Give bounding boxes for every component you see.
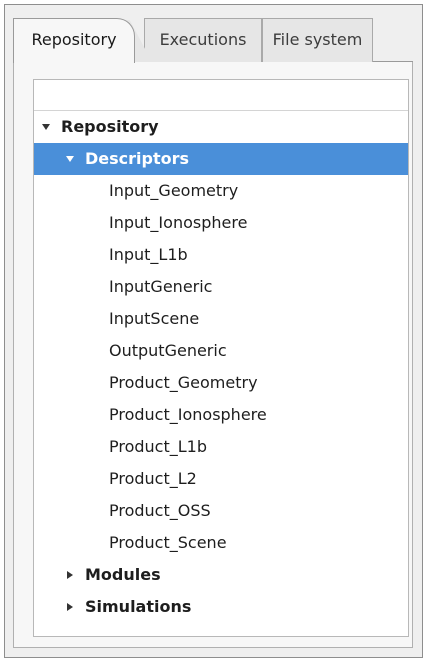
tab-executions[interactable]: Executions [144,18,262,62]
tree-node-descriptors[interactable]: Descriptors [34,143,408,175]
expand-arrow-right-icon[interactable] [64,591,76,623]
tab-bar: Repository Executions File system [13,18,413,63]
tab-file-system-label: File system [272,30,363,49]
tree-leaf-label: Product_L2 [109,469,197,488]
tree-leaf-item[interactable]: OutputGeneric [34,335,408,367]
expand-arrow-right-icon[interactable] [64,559,76,591]
tree-node-simulations[interactable]: Simulations [34,591,408,623]
tree-leaf-label: Product_Ionosphere [109,405,267,424]
tree-leaf-label: OutputGeneric [109,341,227,360]
tree-leaf-item[interactable]: Product_L1b [34,431,408,463]
tree-leaf-label: Product_OSS [109,501,211,520]
tree-leaf-label: Input_L1b [109,245,188,264]
tree-leaf-item[interactable]: Product_Scene [34,527,408,559]
tree-leaf-item[interactable]: Product_Geometry [34,367,408,399]
tab-repository-label: Repository [31,30,117,49]
expand-arrow-down-icon[interactable] [64,143,76,175]
tree-leaf-label: InputGeneric [109,277,213,296]
tree-leaf-item[interactable]: InputGeneric [34,271,408,303]
tree-node-label: Repository [61,117,159,136]
tree-leaf-item[interactable]: Input_Geometry [34,175,408,207]
tab-repository[interactable]: Repository [13,18,135,63]
tree-leaf-item[interactable]: Product_Ionosphere [34,399,408,431]
tab-executions-label: Executions [159,30,247,49]
tree-node-label: Descriptors [85,149,190,168]
tree-leaf-item[interactable]: Product_L2 [34,463,408,495]
tree-node-repository[interactable]: Repository [34,111,408,143]
tree-leaf-label: Product_Geometry [109,373,258,392]
tab-file-system[interactable]: File system [262,18,373,62]
tree-leaf-item[interactable]: InputScene [34,303,408,335]
tree-leaf-label: Input_Geometry [109,181,239,200]
tree-leaf-item[interactable]: Product_OSS [34,495,408,527]
tree-node-modules[interactable]: Modules [34,559,408,591]
tree-leaf-item[interactable]: Input_L1b [34,239,408,271]
tree-leaf-label: InputScene [109,309,200,328]
tree-header [34,80,408,111]
tree-leaf-label: Input_Ionosphere [109,213,248,232]
tree-node-label: Modules [85,565,161,584]
expand-arrow-down-icon[interactable] [40,111,52,143]
tree-leaf-item[interactable]: Input_Ionosphere [34,207,408,239]
tree-leaf-label: Product_L1b [109,437,207,456]
tree-node-label: Simulations [85,597,192,616]
tree-leaf-label: Product_Scene [109,533,227,552]
repository-tree[interactable]: Repository Descriptors Input_Geometry In… [33,79,409,637]
